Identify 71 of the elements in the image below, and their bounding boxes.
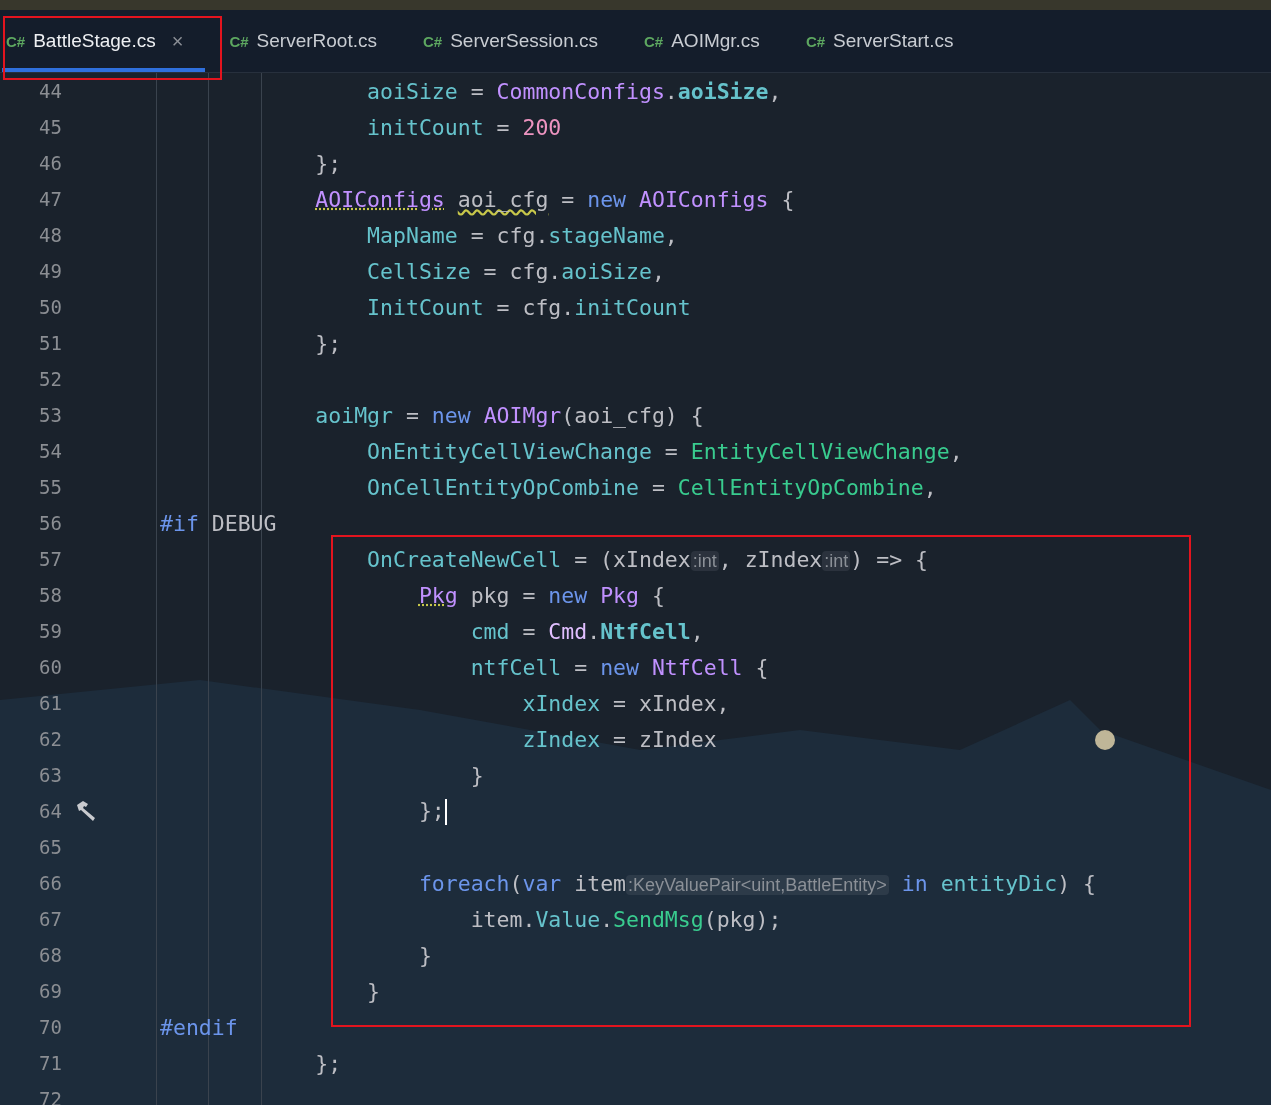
code-line: InitCount = cfg.initCount <box>366 294 691 320</box>
code-line: #if DEBUG <box>159 510 277 536</box>
code-line: item.Value.SendMsg(pkg); <box>469 906 782 932</box>
line-number: 63 <box>38 764 62 786</box>
line-number: 50 <box>38 296 62 318</box>
tab-label: AOIMgr.cs <box>671 30 760 52</box>
line-number: 56 <box>38 512 62 534</box>
csharp-file-icon: C# <box>422 32 443 50</box>
line-number: 71 <box>38 1052 62 1074</box>
line-number: 53 <box>38 404 62 426</box>
line-number: 67 <box>38 908 62 930</box>
code-line: } <box>469 762 484 788</box>
file-tab[interactable]: C# BattleStage.cs × <box>2 10 206 72</box>
line-number: 58 <box>38 584 62 606</box>
line-number: 55 <box>38 476 62 498</box>
line-number: 69 <box>38 980 62 1002</box>
code-line: } <box>417 942 432 968</box>
line-number: 48 <box>38 224 62 246</box>
file-tab[interactable]: C# ServerRoot.cs <box>225 10 399 72</box>
code-line: CellSize = cfg.aoiSize, <box>366 258 665 284</box>
line-number: 49 <box>38 260 62 282</box>
code-line: } <box>366 978 381 1004</box>
csharp-file-icon: C# <box>805 32 826 50</box>
line-number: 61 <box>38 692 62 714</box>
code-line: foreach(var item:KeyValuePair<uint,BattleEntity> in entityDic) { <box>417 870 1096 896</box>
code-line: #endif <box>159 1014 238 1040</box>
tab-label: ServerSession.cs <box>450 30 598 52</box>
file-tab[interactable]: C# AOIMgr.cs <box>640 10 782 72</box>
line-number: 47 <box>38 188 62 210</box>
line-number: 51 <box>38 332 62 354</box>
csharp-file-icon: C# <box>229 32 249 50</box>
code-line: xIndex = xIndex, <box>521 690 730 716</box>
line-number: 62 <box>38 728 62 750</box>
code-line: aoiMgr = new AOIMgr(aoi_cfg) { <box>314 402 704 428</box>
code-line: aoiSize = CommonConfigs.aoiSize, <box>366 78 782 104</box>
code-line: zIndex = zIndex <box>521 726 717 752</box>
tab-label: ServerRoot.cs <box>256 30 377 52</box>
line-number: 52 <box>38 368 62 390</box>
file-tab[interactable]: C# ServerSession.cs <box>418 10 620 72</box>
code-line: OnEntityCellViewChange = EntityCellViewChange, <box>366 438 963 464</box>
code-line: OnCellEntityOpCombine = CellEntityOpCombine, <box>366 474 937 500</box>
line-number: 60 <box>38 656 62 678</box>
line-number: 44 <box>38 80 62 102</box>
code-line: MapName = cfg.stageName, <box>366 222 678 248</box>
file-tab[interactable]: C# ServerStart.cs <box>801 10 976 72</box>
code-line: initCount = 200 <box>366 114 562 140</box>
line-number: 57 <box>38 548 62 570</box>
line-number: 66 <box>38 872 62 894</box>
tab-label: BattleStage.cs <box>33 30 156 52</box>
line-number: 68 <box>38 944 62 966</box>
line-number: 65 <box>38 836 62 858</box>
line-number: 46 <box>38 152 62 174</box>
line-number: 64 <box>38 800 62 822</box>
code-line: }; <box>417 797 447 825</box>
code-line: cmd = Cmd.NtfCell, <box>469 618 704 644</box>
code-line: }; <box>314 330 342 356</box>
code-line: }; <box>314 1050 342 1076</box>
csharp-file-icon: C# <box>644 32 664 50</box>
line-number: 45 <box>38 116 62 138</box>
line-number: 70 <box>38 1016 62 1038</box>
csharp-file-icon: C# <box>6 32 26 50</box>
code-line: }; <box>314 150 342 176</box>
code-line: OnCreateNewCell = (xIndex:int, zIndex:int) => { <box>366 546 928 572</box>
code-line: ntfCell = new NtfCell { <box>469 654 769 680</box>
close-tab-button[interactable]: × <box>171 29 184 53</box>
hammer-icon[interactable] <box>74 799 98 823</box>
line-number: 59 <box>38 620 62 642</box>
line-number: 54 <box>38 440 62 462</box>
tab-label: ServerStart.cs <box>833 30 954 52</box>
code-line: Pkg pkg = new Pkg { <box>417 582 665 608</box>
code-line: AOIConfigs aoi_cfg = new AOIConfigs { <box>314 186 795 212</box>
